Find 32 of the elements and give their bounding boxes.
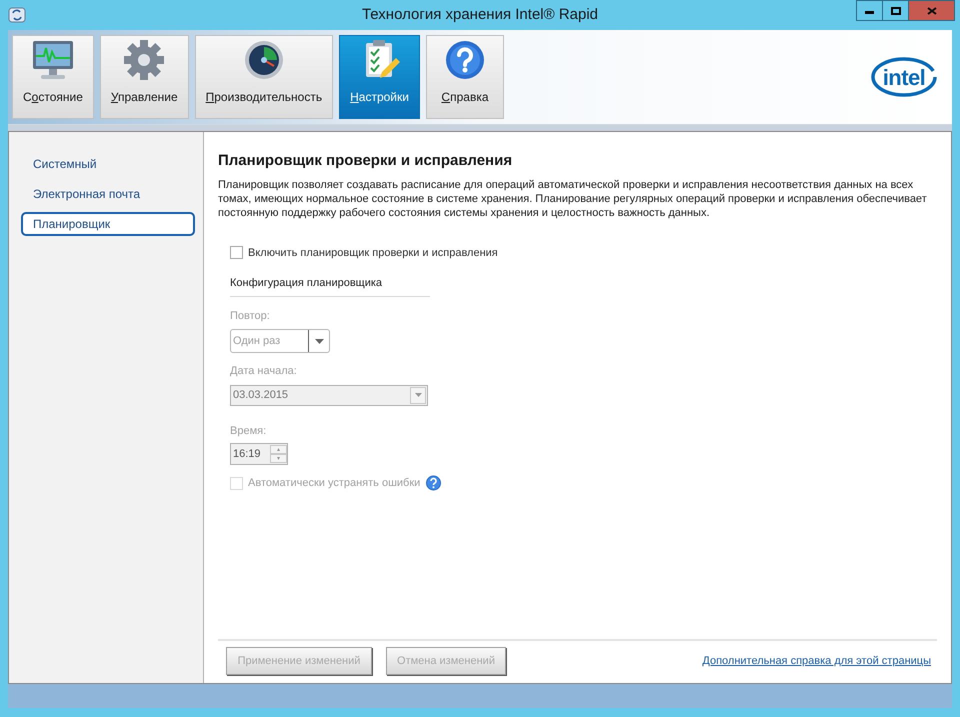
description: Планировщик позволяет создавать расписание для операций автоматической проверки и исправления несоответствия данных на всех томах, имеющих нормальное состояние в системе хранения. Планирование регулярных операций проверки и исправления обеспечивает постоянную поддержку рабочего состояния системы хранения и целостность важность данных.: [218, 178, 928, 220]
page-title: Планировщик проверки и исправления: [218, 151, 514, 171]
nav-tab[interactable]: Настройки: [339, 35, 420, 119]
minimize-button[interactable]: [856, 0, 883, 21]
field-label: Дата начала:: [230, 364, 298, 379]
close-icon: [926, 6, 936, 14]
gear-icon: [122, 38, 166, 82]
help-link[interactable]: Дополнительная справка для этой страницы: [702, 652, 931, 670]
checkbox-label: Включить планировщик проверки и исправления: [248, 246, 498, 260]
minimize-icon: [865, 11, 874, 14]
nav-tab[interactable]: Производительность: [194, 35, 334, 119]
nav-tab[interactable]: Справка: [426, 35, 504, 119]
nav-tab[interactable]: Управление: [100, 35, 189, 119]
sidebar-item[interactable]: Электронная почта: [21, 182, 195, 206]
nav-tab[interactable]: Состояние: [12, 35, 94, 119]
caret-icon: [314, 338, 324, 344]
window-title: Технология хранения Intel® Rapid: [362, 4, 598, 25]
caret-icon: [414, 393, 422, 397]
sidebar-item[interactable]: Системный: [21, 152, 195, 176]
spin-up-icon: [270, 445, 287, 454]
close-button[interactable]: [909, 0, 955, 21]
sidebar-item[interactable]: Планировщик: [21, 212, 195, 236]
app-icon: [8, 7, 26, 23]
logo: intel: [870, 55, 938, 99]
spin-down-icon: [270, 454, 287, 463]
field-label: Повтор:: [230, 308, 271, 324]
checkbox[interactable]: [230, 246, 243, 260]
field-label: Время:: [230, 424, 268, 438]
help-icon[interactable]: [425, 475, 442, 492]
maximize-icon: [890, 6, 900, 14]
section-title: Конфигурация планировщика: [230, 275, 430, 296]
checkbox-label: Автоматически устранять ошибки: [248, 476, 420, 492]
